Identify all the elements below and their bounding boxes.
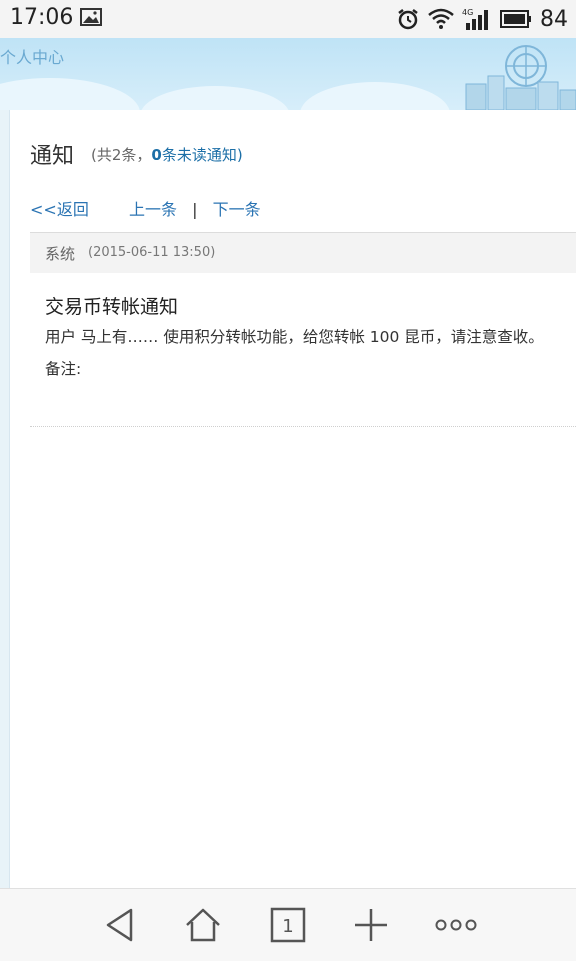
image-icon: [80, 8, 102, 26]
sender-label: 系统: [45, 245, 76, 263]
unread-count: 0: [151, 146, 162, 164]
add-icon: [355, 909, 387, 941]
status-time: 17:06: [10, 5, 74, 30]
next-link[interactable]: 下一条: [213, 200, 261, 219]
back-icon: [106, 908, 133, 942]
battery-level: 84: [540, 6, 568, 32]
svg-text:1: 1: [282, 916, 293, 937]
message-divider: [30, 426, 576, 427]
cloud-decoration: [0, 78, 140, 110]
tabs-icon: 1: [270, 907, 306, 943]
battery-icon: [500, 10, 531, 28]
wifi-icon: [428, 8, 454, 29]
home-icon: [186, 908, 220, 942]
notification-heading: 通知: [30, 144, 75, 169]
message-body: 用户 马上有…… 使用积分转帐功能，给您转帐 100 昆币，请注意查收。: [45, 328, 544, 346]
city-decoration-icon: [465, 45, 576, 110]
page-title[interactable]: 个人中心: [0, 44, 64, 68]
status-bar: 17:06 4G 84: [0, 0, 576, 39]
browser-toolbar: 1: [0, 888, 576, 961]
more-button[interactable]: [433, 905, 479, 945]
notification-nav: <<返回 上一条 | 下一条: [30, 196, 261, 220]
status-icons: 4G 84: [396, 5, 568, 33]
message-meta: 系统 (2015-06-11 13:50): [30, 232, 576, 273]
count-text: (共2条，: [91, 146, 152, 164]
tabs-button[interactable]: 1: [268, 905, 308, 945]
back-button[interactable]: [100, 905, 140, 945]
cloud-decoration: [140, 86, 290, 110]
more-icon: [435, 919, 477, 931]
header-banner: 个人中心: [0, 38, 576, 110]
left-rail: [0, 110, 10, 890]
alarm-icon: [398, 9, 418, 30]
nav-separator: |: [192, 200, 198, 219]
notification-summary: (共2条，0条未读通知): [91, 144, 243, 165]
svg-text:4G: 4G: [462, 8, 473, 17]
unread-text: 条未读通知): [161, 146, 243, 164]
back-link[interactable]: <<返回: [30, 200, 89, 219]
message-title: 交易币转帐通知: [45, 296, 179, 318]
add-tab-button[interactable]: [351, 905, 391, 945]
message-timestamp: (2015-06-11 13:50): [88, 245, 216, 260]
prev-link[interactable]: 上一条: [129, 200, 177, 219]
home-button[interactable]: [183, 905, 223, 945]
message-note: 备注:: [45, 360, 82, 378]
signal-icon: 4G: [462, 8, 488, 30]
